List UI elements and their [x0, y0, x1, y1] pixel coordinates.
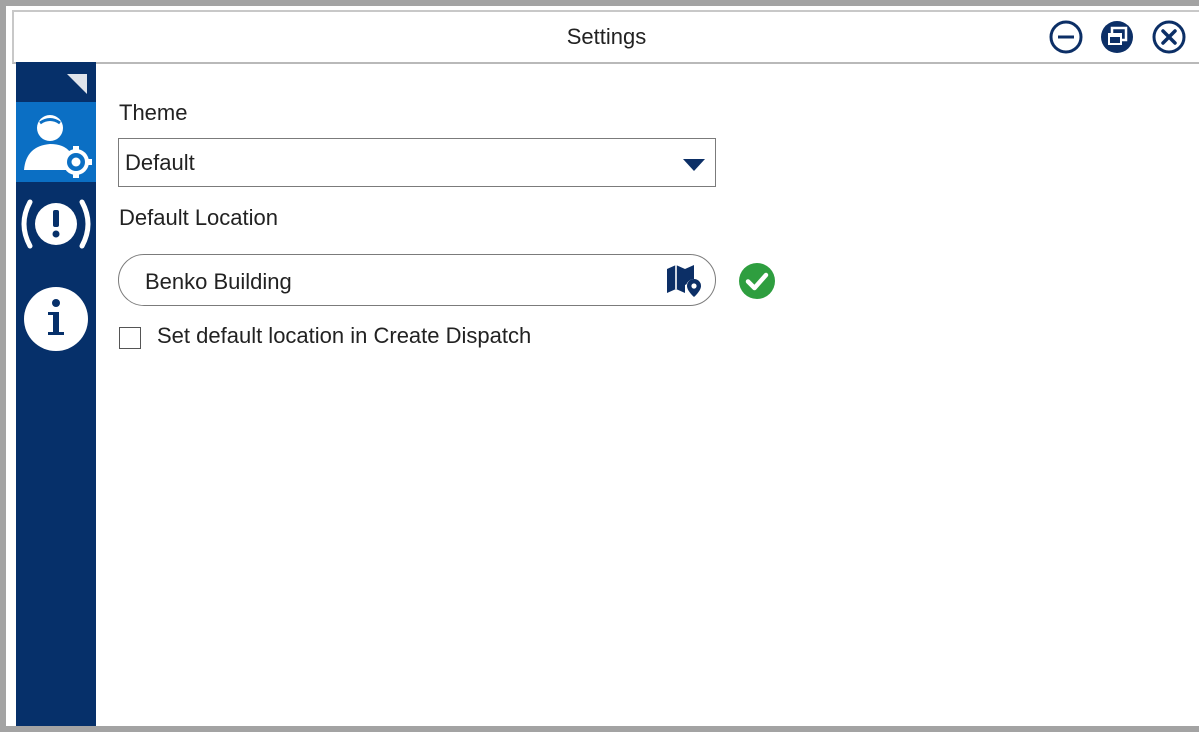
sidebar	[16, 62, 96, 726]
close-button[interactable]	[1151, 19, 1187, 55]
chevron-down-icon	[683, 159, 705, 171]
restore-button[interactable]	[1099, 19, 1135, 55]
restore-icon	[1101, 21, 1133, 53]
window-title: Settings	[566, 24, 647, 49]
map-picker-button[interactable]	[665, 263, 703, 299]
default-location-checkbox-label[interactable]: Set default location in Create Dispatch	[157, 323, 531, 349]
valid-check-icon	[739, 263, 775, 299]
collapse-sidebar-button[interactable]	[67, 74, 87, 94]
theme-select-value: Default	[125, 150, 195, 175]
close-icon	[1152, 20, 1186, 54]
user-settings-icon	[24, 115, 92, 178]
theme-select[interactable]: Default	[118, 138, 716, 187]
default-location-label: Default Location	[119, 205, 278, 230]
info-icon	[24, 287, 88, 351]
nav-info[interactable]	[16, 277, 96, 357]
minimize-icon	[1049, 20, 1083, 54]
settings-panel: Theme Default Default Location Benko Bui…	[96, 62, 1199, 726]
alert-icon	[21, 199, 91, 249]
default-location-input[interactable]: Benko Building	[118, 254, 716, 306]
minimize-button[interactable]	[1048, 19, 1084, 55]
nav-alerts[interactable]	[16, 184, 96, 264]
default-location-value: Benko Building	[145, 269, 292, 294]
title-bar: Settings	[12, 10, 1199, 64]
default-location-checkbox[interactable]	[119, 327, 141, 349]
theme-label: Theme	[119, 100, 188, 125]
nav-user-settings[interactable]	[16, 102, 96, 182]
map-pin-icon	[667, 265, 702, 297]
